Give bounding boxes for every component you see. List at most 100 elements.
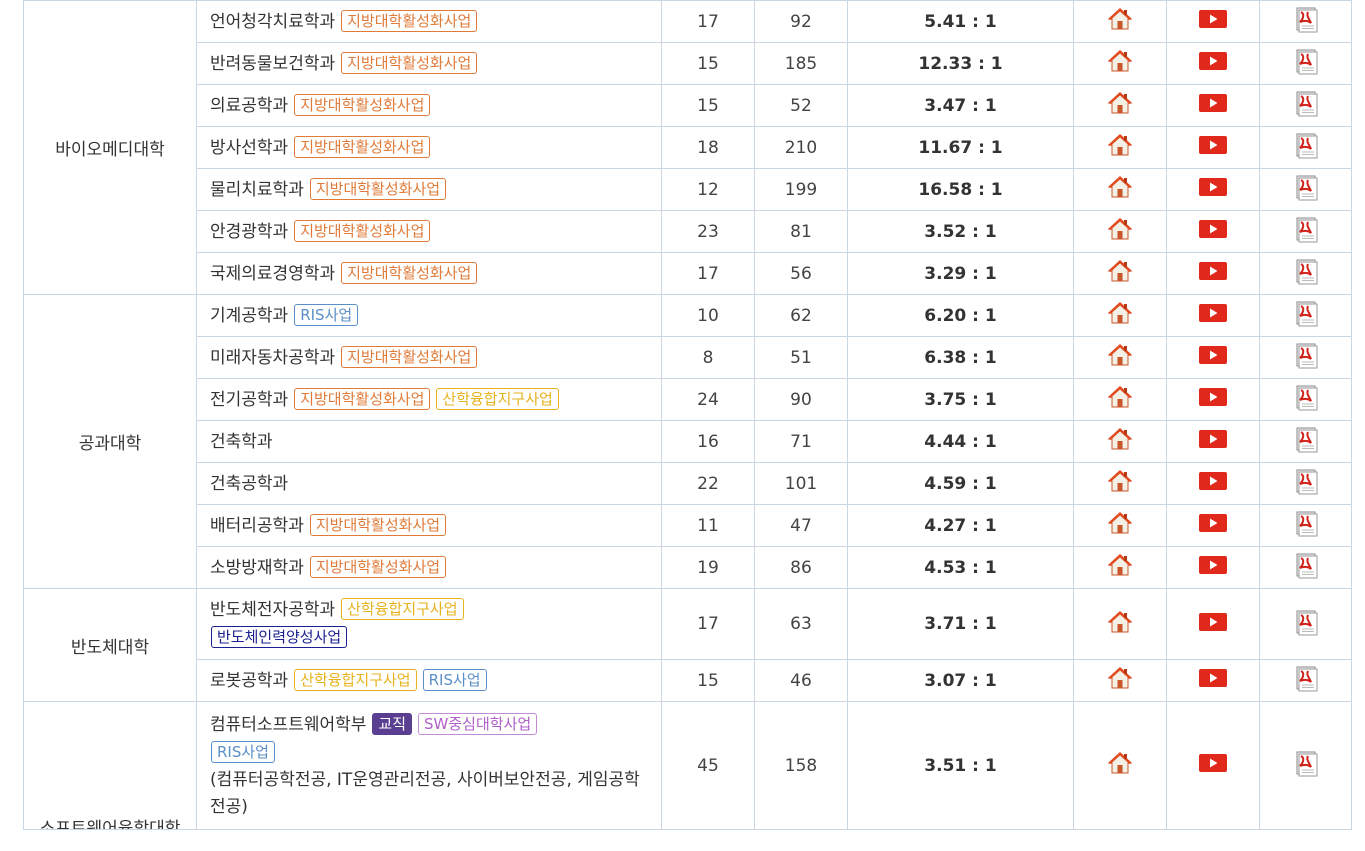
brochure-cell <box>1259 126 1352 169</box>
home-icon[interactable] <box>1107 301 1133 330</box>
competition-ratio-cell: 16.58 : 1 <box>847 168 1074 211</box>
quota-cell: 12 <box>661 168 755 211</box>
home-icon[interactable] <box>1107 49 1133 78</box>
home-icon[interactable] <box>1107 133 1133 162</box>
home-icon[interactable] <box>1107 175 1133 204</box>
homepage-cell <box>1073 168 1167 211</box>
video-cell <box>1166 84 1260 127</box>
video-play-icon[interactable] <box>1198 134 1228 161</box>
video-play-icon[interactable] <box>1198 302 1228 329</box>
department-name: 전기공학과 <box>210 389 289 410</box>
video-play-icon[interactable] <box>1198 512 1228 539</box>
department-cell: 안경광학과 지방대학활성화사업 <box>196 210 662 253</box>
table-row: 전기공학과 지방대학활성화사업 산학융합지구사업 24 90 3.75 : 1 <box>24 378 1352 421</box>
pdf-document-icon[interactable] <box>1293 299 1319 332</box>
home-icon[interactable] <box>1107 751 1133 780</box>
home-icon[interactable] <box>1107 343 1133 372</box>
program-badge: 지방대학활성화사업 <box>294 135 431 158</box>
pdf-document-icon[interactable] <box>1293 664 1319 697</box>
home-icon[interactable] <box>1107 91 1133 120</box>
brochure-cell <box>1259 210 1352 253</box>
pdf-document-icon[interactable] <box>1293 131 1319 164</box>
home-icon[interactable] <box>1107 610 1133 639</box>
department-name: 배터리공학과 <box>210 515 304 536</box>
pdf-document-icon[interactable] <box>1293 215 1319 248</box>
home-icon[interactable] <box>1107 7 1133 36</box>
program-badge: 지방대학활성화사업 <box>341 51 478 74</box>
quota-cell: 22 <box>661 462 755 505</box>
video-play-icon[interactable] <box>1198 92 1228 119</box>
program-badge: 지방대학활성화사업 <box>341 345 478 368</box>
college-name: 공과대학 <box>78 434 142 454</box>
pdf-document-icon[interactable] <box>1293 509 1319 542</box>
pdf-document-icon[interactable] <box>1293 749 1319 782</box>
home-icon[interactable] <box>1107 427 1133 456</box>
competition-ratio-cell: 6.20 : 1 <box>847 294 1074 337</box>
quota-cell: 16 <box>661 420 755 463</box>
home-icon[interactable] <box>1107 469 1133 498</box>
brochure-cell <box>1259 546 1352 589</box>
college-name: 반도체대학 <box>70 637 150 658</box>
video-play-icon[interactable] <box>1198 344 1228 371</box>
department-name: 안경광학과 <box>210 221 289 242</box>
program-badge: 산학융합지구사업 <box>341 598 464 620</box>
competition-ratio-cell: 6.38 : 1 <box>847 336 1074 379</box>
video-play-icon[interactable] <box>1198 386 1228 413</box>
home-icon[interactable] <box>1107 259 1133 288</box>
pdf-document-icon[interactable] <box>1293 467 1319 500</box>
table-row: 의료공학과 지방대학활성화사업 15 52 3.47 : 1 <box>24 84 1352 127</box>
table-row: 건축공학과 22 101 4.59 : 1 <box>24 462 1352 505</box>
brochure-cell <box>1259 504 1352 547</box>
video-play-icon[interactable] <box>1198 218 1228 245</box>
program-badge: 지방대학활성화사업 <box>309 555 447 578</box>
pdf-document-icon[interactable] <box>1293 383 1319 416</box>
applicants-cell: 81 <box>754 210 848 253</box>
pdf-document-icon[interactable] <box>1293 173 1319 206</box>
table-row: 소프트웨어융합대학 컴퓨터소프트웨어학부 교직 SW중심대학사업 RIS사업 (컴퓨터공학… <box>23 701 1352 830</box>
brochure-cell <box>1259 462 1352 505</box>
college-name: 소프트웨어융합대학 <box>39 819 181 829</box>
pdf-document-icon[interactable] <box>1293 89 1319 122</box>
college-name-cell: 공과대학 <box>23 294 197 589</box>
pdf-document-icon[interactable] <box>1293 47 1319 80</box>
department-cell: 배터리공학과 지방대학활성화사업 <box>196 504 662 547</box>
competition-ratio-cell: 4.44 : 1 <box>847 420 1074 463</box>
pdf-document-icon[interactable] <box>1293 257 1319 290</box>
video-play-icon[interactable] <box>1198 8 1228 35</box>
competition-ratio-cell: 11.67 : 1 <box>847 126 1074 169</box>
video-cell <box>1166 588 1260 660</box>
brochure-cell <box>1259 84 1352 127</box>
quota-cell: 23 <box>661 210 755 253</box>
homepage-cell <box>1073 378 1167 421</box>
homepage-cell <box>1073 420 1167 463</box>
video-play-icon[interactable] <box>1198 611 1228 638</box>
video-play-icon[interactable] <box>1198 260 1228 287</box>
department-name: 반려동물보건학과 <box>210 53 336 74</box>
program-badge: 지방대학활성화사업 <box>294 387 431 410</box>
home-icon[interactable] <box>1107 666 1133 695</box>
pdf-document-icon[interactable] <box>1293 5 1319 38</box>
home-icon[interactable] <box>1107 385 1133 414</box>
pdf-document-icon[interactable] <box>1293 425 1319 458</box>
video-cell <box>1166 701 1260 830</box>
admission-results-table: 바이오메디대학 언어청각치료학과 지방대학활성화사업 17 92 5.41 : 1 반려동물… <box>23 0 1352 830</box>
pdf-document-icon[interactable] <box>1293 551 1319 584</box>
video-play-icon[interactable] <box>1198 176 1228 203</box>
program-badge: RIS사업 <box>422 668 487 691</box>
brochure-cell <box>1259 659 1352 702</box>
video-play-icon[interactable] <box>1198 667 1228 694</box>
pdf-document-icon[interactable] <box>1293 608 1319 641</box>
pdf-document-icon[interactable] <box>1293 341 1319 374</box>
department-cell: 언어청각치료학과 지방대학활성화사업 <box>196 0 662 43</box>
video-play-icon[interactable] <box>1198 554 1228 581</box>
video-play-icon[interactable] <box>1198 50 1228 77</box>
video-play-icon[interactable] <box>1198 428 1228 455</box>
video-play-icon[interactable] <box>1198 470 1228 497</box>
home-icon[interactable] <box>1107 217 1133 246</box>
department-name: 언어청각치료학과 <box>210 11 336 32</box>
competition-ratio-cell: 3.29 : 1 <box>847 252 1074 295</box>
home-icon[interactable] <box>1107 511 1133 540</box>
department-cell: 전기공학과 지방대학활성화사업 산학융합지구사업 <box>196 378 662 421</box>
video-play-icon[interactable] <box>1198 752 1228 779</box>
home-icon[interactable] <box>1107 553 1133 582</box>
